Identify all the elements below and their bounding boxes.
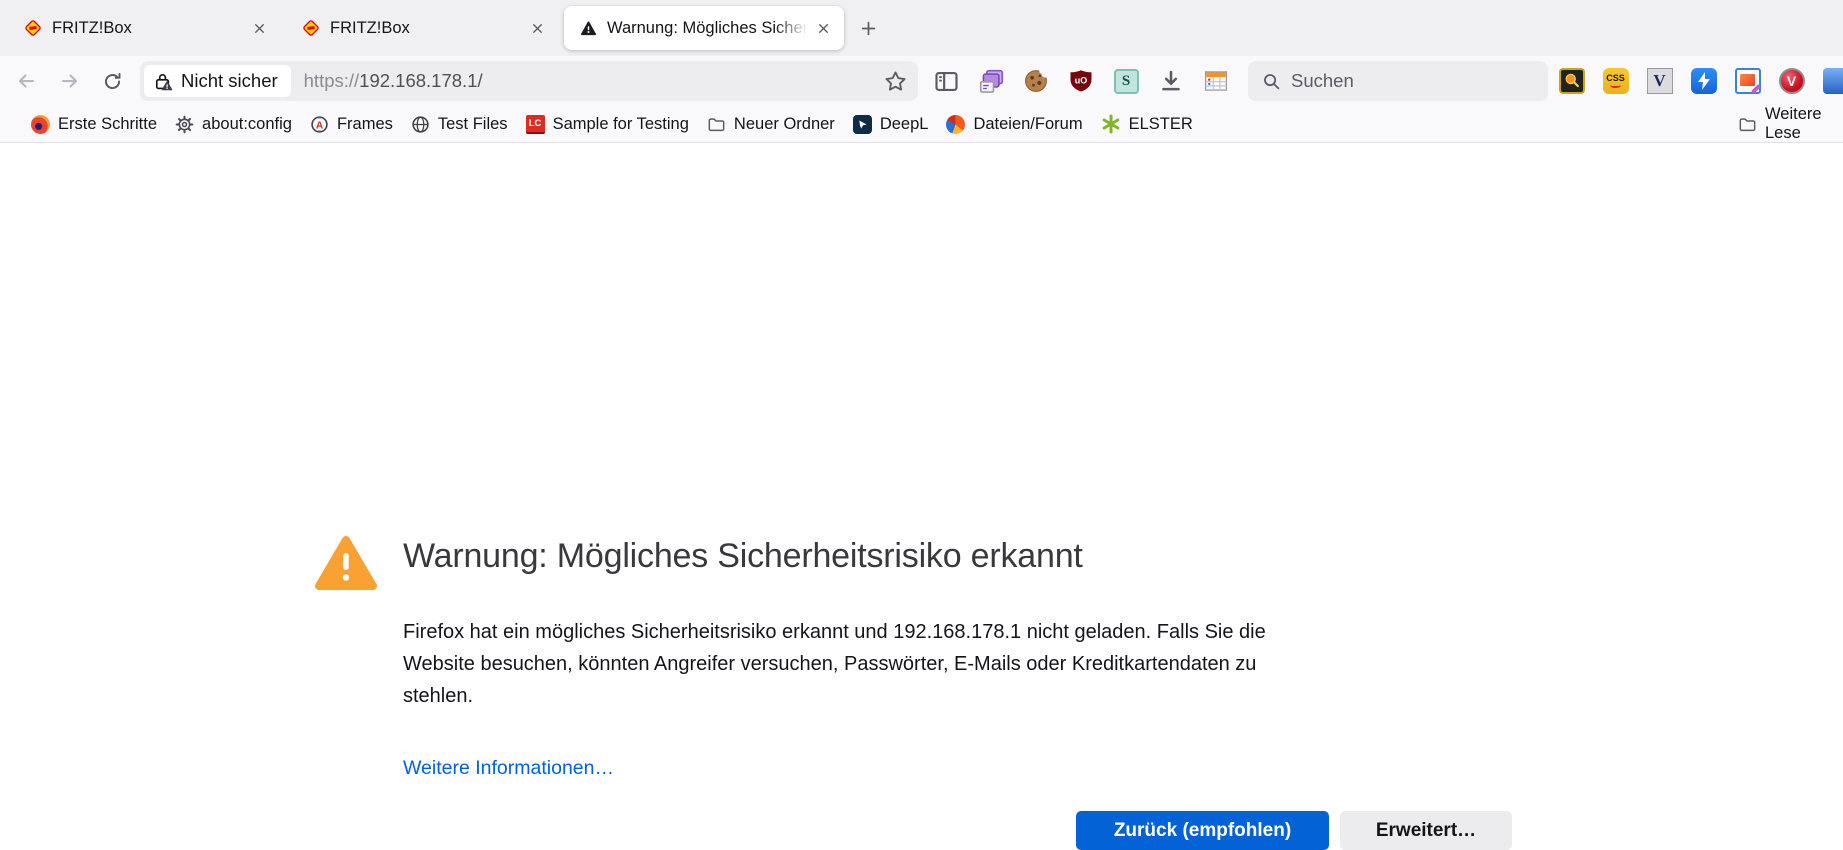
colors-circle-icon xyxy=(946,115,965,134)
bookmark-star-icon[interactable] xyxy=(884,70,907,93)
navigation-toolbar: Nicht sicher https://192.168.178.1/ uO S… xyxy=(0,56,1843,106)
cookie-manager-icon[interactable] xyxy=(1020,65,1052,97)
tab-warning-active[interactable]: Warnung: Mögliches Sicher xyxy=(564,6,844,50)
tab-close-icon[interactable] xyxy=(810,15,836,41)
insecure-lock-icon xyxy=(153,71,174,92)
tab-bar: FRITZ!Box FRITZ!Box Warnung: Mögliches S… xyxy=(0,0,1843,56)
tab-fritzbox-2[interactable]: FRITZ!Box xyxy=(286,6,558,50)
warning-page: Warnung: Mögliches Sicherheitsrisiko erk… xyxy=(0,143,1843,790)
lightning-tool-icon[interactable] xyxy=(1690,68,1717,95)
svg-text:A: A xyxy=(316,120,323,131)
bookmarks-bar: Erste Schritte about:config A Frames Tes… xyxy=(0,106,1843,143)
bookmark-frames[interactable]: A Frames xyxy=(301,110,402,138)
right-extension-row: CSS V V xyxy=(1558,61,1843,101)
table-tool-icon[interactable] xyxy=(1200,65,1232,97)
downloads-icon[interactable] xyxy=(1155,65,1187,97)
session-windows-icon[interactable] xyxy=(975,65,1007,97)
back-button[interactable] xyxy=(8,63,44,99)
url-host: 192.168.178.1/ xyxy=(359,70,482,91)
globe-icon xyxy=(411,115,430,134)
firefox-logo-icon xyxy=(31,115,50,134)
forward-button[interactable] xyxy=(52,63,88,99)
bookmark-label: Dateien/Forum xyxy=(973,115,1082,134)
tab-fritzbox-1[interactable]: FRITZ!Box xyxy=(8,6,280,50)
ublock-origin-icon[interactable]: uO xyxy=(1065,65,1097,97)
bookmark-about-config[interactable]: about:config xyxy=(166,110,301,138)
bookmark-sample-for-testing[interactable]: LC Sample for Testing xyxy=(517,110,698,138)
bookmark-label: about:config xyxy=(202,115,292,134)
fritzbox-favicon-icon xyxy=(24,19,42,37)
clipped-extension-icon[interactable] xyxy=(1822,68,1843,95)
bookmark-erste-schritte[interactable]: Erste Schritte xyxy=(22,110,166,138)
warning-description: Firefox hat ein mögliches Sicherheitsris… xyxy=(403,616,1266,712)
screenshot-editor-icon[interactable] xyxy=(1734,68,1761,95)
tab-title: FRITZ!Box xyxy=(330,19,410,37)
site-identity-chip[interactable]: Nicht sicher xyxy=(144,65,291,97)
tab-close-icon[interactable] xyxy=(246,15,272,41)
lc-icon: LC xyxy=(526,115,545,134)
bookmark-elster[interactable]: ELSTER xyxy=(1092,110,1202,138)
go-back-button[interactable]: Zurück (empfohlen) xyxy=(1076,811,1329,850)
bookmark-label: ELSTER xyxy=(1129,115,1193,134)
folder-icon xyxy=(1738,115,1757,134)
search-placeholder: Suchen xyxy=(1291,70,1354,92)
bookmark-label: Weitere Lese xyxy=(1765,105,1843,143)
warning-favicon-icon xyxy=(580,20,597,37)
folder-icon xyxy=(707,115,726,134)
reload-button[interactable] xyxy=(94,63,130,99)
video-helper-icon[interactable]: V xyxy=(1778,68,1805,95)
search-highlighter-icon[interactable] xyxy=(1558,68,1585,95)
gear-icon xyxy=(175,115,194,134)
identity-label: Nicht sicher xyxy=(181,70,278,92)
bookmark-label: Sample for Testing xyxy=(553,115,689,134)
bookmark-dateien-forum[interactable]: Dateien/Forum xyxy=(937,110,1091,138)
bookmark-neuer-ordner[interactable]: Neuer Ordner xyxy=(698,110,844,138)
search-bar[interactable]: Suchen xyxy=(1248,61,1548,101)
deepl-icon xyxy=(853,115,872,134)
svg-text:uO: uO xyxy=(1075,75,1088,85)
green-asterisk-icon xyxy=(1101,114,1121,134)
bookmark-label: DeepL xyxy=(880,115,929,134)
url-text: https://192.168.178.1/ xyxy=(304,70,483,92)
bookmark-deepl[interactable]: DeepL xyxy=(844,110,938,138)
css-tool-icon[interactable]: CSS xyxy=(1602,68,1629,95)
learn-more-link[interactable]: Weitere Informationen… xyxy=(403,757,614,780)
warning-triangle-icon xyxy=(314,534,378,592)
url-protocol: https:// xyxy=(304,70,360,91)
bookmark-label: Neuer Ordner xyxy=(734,115,835,134)
bookmark-label: Test Files xyxy=(438,115,508,134)
tab-title-fade xyxy=(774,17,808,39)
search-icon xyxy=(1262,72,1281,91)
vimium-icon[interactable]: V xyxy=(1646,68,1673,95)
url-bar[interactable]: Nicht sicher https://192.168.178.1/ xyxy=(140,61,918,101)
extension-icon-row: uO S xyxy=(930,61,1232,101)
stylus-icon[interactable]: S xyxy=(1110,65,1142,97)
button-row: Zurück (empfohlen) Erweitert… xyxy=(403,811,1512,850)
fritzbox-favicon-icon xyxy=(302,19,320,37)
page-title: Warnung: Mögliches Sicherheitsrisiko erk… xyxy=(403,537,1083,576)
sidebar-toggle-icon[interactable] xyxy=(930,65,962,97)
bookmark-label: Erste Schritte xyxy=(58,115,157,134)
bookmark-label: Frames xyxy=(337,115,393,134)
tab-close-icon[interactable] xyxy=(524,15,550,41)
bookmark-weitere-lesezeichen[interactable]: Weitere Lese xyxy=(1738,106,1843,142)
advanced-button[interactable]: Erweitert… xyxy=(1340,811,1512,850)
frames-icon: A xyxy=(310,115,329,134)
bookmark-test-files[interactable]: Test Files xyxy=(402,110,517,138)
new-tab-button[interactable] xyxy=(852,12,884,44)
tab-title: FRITZ!Box xyxy=(52,19,132,37)
